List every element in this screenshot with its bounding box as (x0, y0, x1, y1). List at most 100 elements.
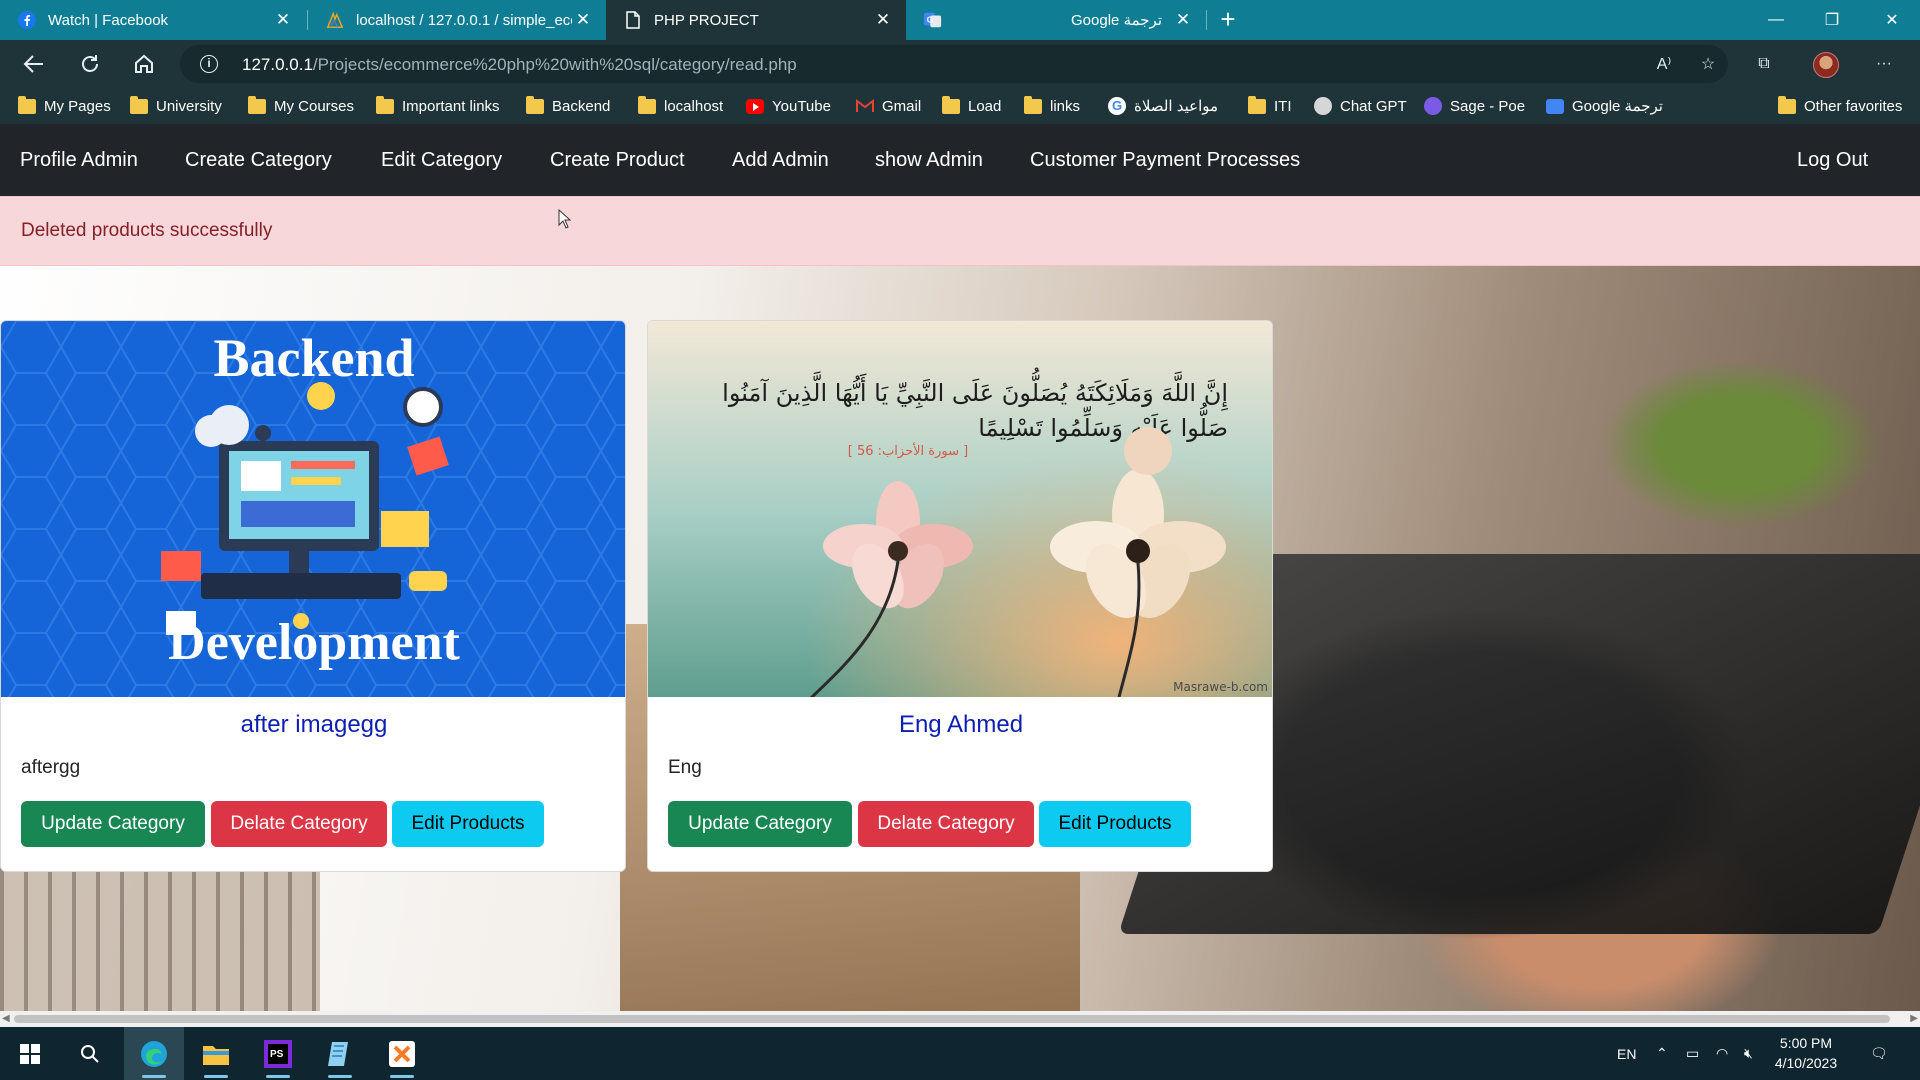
bookmark-links[interactable]: links (1024, 88, 1080, 124)
category-description: Eng (668, 757, 702, 778)
show-hidden-icons[interactable]: ⌃ (1656, 1027, 1668, 1080)
bookmark-google-translate[interactable]: Google ترجمة (1546, 88, 1663, 124)
taskbar-phpstorm[interactable]: PS (248, 1027, 308, 1080)
bookmark-load[interactable]: Load (942, 88, 1001, 124)
nav-add-admin[interactable]: Add Admin (732, 124, 829, 196)
nav-customer-payment-processes[interactable]: Customer Payment Processes (1030, 124, 1300, 196)
taskbar-notepad[interactable] (310, 1027, 370, 1080)
close-tab-icon[interactable]: ✕ (1172, 10, 1194, 30)
clock-date: 4/10/2023 (1774, 1055, 1838, 1071)
nav-log-out[interactable]: Log Out (1797, 124, 1868, 196)
bookmark-sage-poe[interactable]: Sage - Poe (1424, 88, 1525, 124)
read-aloud-icon: A⁾ (1656, 56, 1672, 73)
notifications-button[interactable]: 🗨︎ (1870, 1027, 1888, 1080)
bookmark-chat-gpt[interactable]: Chat GPT (1314, 88, 1407, 124)
nav-create-category[interactable]: Create Category (185, 124, 332, 196)
bookmark-label: University (156, 97, 222, 115)
tab-title: Watch | Facebook (48, 11, 169, 29)
new-tab-button[interactable]: + (1212, 4, 1244, 36)
tab-google-translate[interactable]: G Google ترجمة ✕ (906, 0, 1206, 40)
close-tab-icon[interactable]: ✕ (572, 10, 594, 30)
bookmark-label: YouTube (772, 97, 831, 115)
bookmark-prayer-times[interactable]: G مواعيد الصلاة (1108, 88, 1218, 124)
battery-icon[interactable]: ▭ (1686, 1027, 1699, 1080)
folder-icon (1024, 95, 1042, 114)
bookmark-label: Load (968, 97, 1002, 115)
update-category-button[interactable]: Update Category (21, 801, 205, 847)
page-viewport: Profile Admin Create Category Edit Categ… (0, 124, 1920, 1012)
bookmark-label: links (1050, 97, 1081, 115)
category-card: إِنَّ اللَّهَ وَمَلَائِكَتَهُ يُصَلُّونَ… (647, 320, 1273, 872)
back-button[interactable] (16, 46, 52, 82)
delete-category-button[interactable]: Delate Category (211, 801, 387, 847)
back-arrow-icon (23, 55, 43, 73)
tab-php-project[interactable]: PHP PROJECT ✕ (606, 0, 906, 40)
plus-icon: + (1220, 4, 1236, 34)
bookmark-other-favorites[interactable]: Other favorites (1778, 88, 1902, 124)
reload-button[interactable] (72, 46, 108, 82)
bookmark-university[interactable]: University (130, 88, 222, 124)
notepad-icon (328, 1041, 348, 1066)
bookmark-youtube[interactable]: YouTube (746, 88, 831, 124)
poe-icon (1424, 97, 1442, 115)
tab-phpmyadmin[interactable]: localhost / 127.0.0.1 / simple_ecc ✕ (308, 0, 606, 40)
horizontal-scrollbar[interactable]: ◀ ▶ (0, 1011, 1920, 1027)
puzzle-icon: ⧉ (1758, 55, 1770, 72)
scrollbar-thumb[interactable] (14, 1015, 1890, 1023)
bookmark-label: localhost (664, 97, 724, 115)
delete-category-button[interactable]: Delate Category (858, 801, 1034, 847)
chatgpt-icon (1314, 97, 1332, 115)
bookmark-label: Backend (552, 97, 611, 115)
address-toolbar: i 127.0.0.1/Projects/ecommerce%20php%20w… (0, 40, 1920, 88)
bookmark-my-courses[interactable]: My Courses (248, 88, 354, 124)
nav-edit-category[interactable]: Edit Category (381, 124, 502, 196)
tab-title: localhost / 127.0.0.1 / simple_ecc (356, 11, 572, 29)
tab-facebook[interactable]: Watch | Facebook ✕ (0, 0, 306, 40)
edit-products-button[interactable]: Edit Products (1039, 801, 1191, 847)
speaker-muted-icon[interactable]: 🔇︎ (1744, 1027, 1753, 1080)
restore-button[interactable]: ❐ (1804, 0, 1860, 40)
taskbar-edge[interactable] (124, 1027, 184, 1080)
start-button[interactable] (0, 1027, 60, 1080)
youtube-icon (746, 98, 764, 114)
nav-show-admin[interactable]: show Admin (875, 124, 983, 196)
wifi-icon[interactable]: ◠ (1716, 1027, 1728, 1080)
folder-icon (1248, 95, 1266, 114)
nav-create-product[interactable]: Create Product (550, 124, 685, 196)
nav-profile-admin[interactable]: Profile Admin (20, 124, 138, 196)
phpstorm-icon: PS (264, 1039, 292, 1068)
close-tab-icon[interactable]: ✕ (872, 10, 894, 30)
extensions-button[interactable]: ⧉ (1746, 46, 1782, 82)
bookmark-iti[interactable]: ITI (1248, 88, 1292, 124)
minimize-button[interactable]: — (1748, 0, 1804, 40)
bookmark-localhost[interactable]: localhost (638, 88, 723, 124)
bookmark-label: مواعيد الصلاة (1134, 98, 1219, 115)
input-language[interactable]: EN (1617, 1027, 1636, 1080)
system-clock[interactable]: 5:00 PM 4/10/2023 (1756, 1033, 1856, 1073)
taskbar-xampp[interactable] (372, 1027, 432, 1080)
settings-menu-button[interactable]: ··· (1866, 46, 1902, 82)
bookmark-my-pages[interactable]: My Pages (18, 88, 111, 124)
bookmark-gmail[interactable]: Gmail (856, 88, 921, 124)
close-window-button[interactable]: ✕ (1864, 0, 1920, 40)
taskbar-file-explorer[interactable] (186, 1027, 246, 1080)
profile-avatar[interactable] (1813, 52, 1839, 78)
update-category-button[interactable]: Update Category (668, 801, 852, 847)
folder-icon (376, 95, 394, 114)
scroll-right-icon[interactable]: ▶ (1910, 1013, 1918, 1024)
add-favorite-button[interactable]: ☆ (1690, 46, 1726, 82)
home-button[interactable] (126, 46, 162, 82)
taskbar-search-button[interactable] (60, 1027, 120, 1080)
category-image: Backend Development (1, 321, 625, 697)
edit-products-button[interactable]: Edit Products (392, 801, 544, 847)
address-bar[interactable]: i 127.0.0.1/Projects/ecommerce%20php%20w… (180, 45, 1728, 83)
scroll-left-icon[interactable]: ◀ (2, 1013, 10, 1024)
read-aloud-button[interactable]: A⁾ (1646, 46, 1682, 82)
site-info-icon[interactable]: i (200, 55, 218, 73)
image-heading-top: Backend (213, 328, 414, 388)
bookmark-important-links[interactable]: Important links (376, 88, 500, 124)
close-tab-icon[interactable]: ✕ (272, 10, 294, 30)
chevron-up-icon: ⌃ (1656, 1045, 1668, 1061)
google-icon: G (1108, 97, 1126, 115)
bookmark-backend[interactable]: Backend (526, 88, 610, 124)
